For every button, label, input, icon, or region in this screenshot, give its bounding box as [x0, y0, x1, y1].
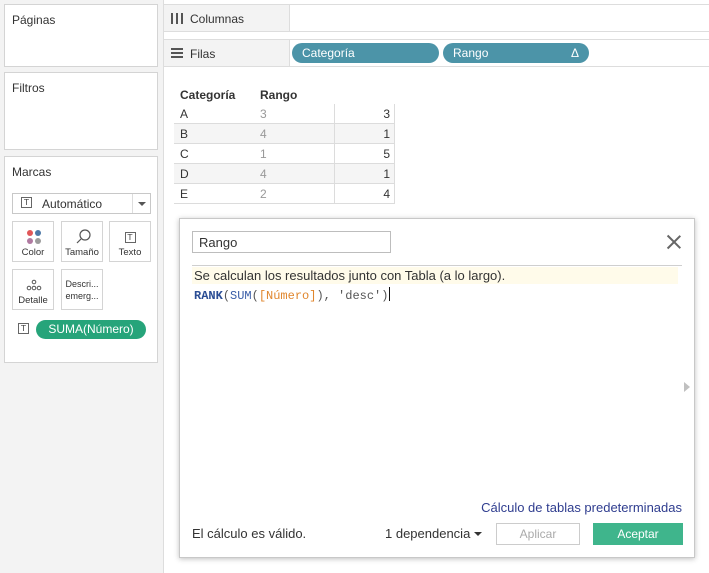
- text-mark-icon: T: [110, 229, 150, 245]
- cell-value: 3: [383, 107, 390, 121]
- size-label: Tamaño: [65, 247, 99, 258]
- color-button[interactable]: Color: [12, 221, 54, 262]
- default-table-calculation-link[interactable]: Cálculo de tablas predeterminadas: [481, 500, 682, 515]
- color-palette-icon: [27, 230, 41, 244]
- columns-shelf: Columnas: [164, 4, 709, 32]
- table-row[interactable]: B 4 1: [174, 124, 395, 144]
- size-button[interactable]: Tamaño: [61, 221, 103, 262]
- table-row[interactable]: E 2 4: [174, 184, 395, 204]
- caret-down-icon: [474, 532, 483, 536]
- detail-button[interactable]: Detalle: [12, 269, 54, 310]
- text-icon: T: [124, 232, 136, 243]
- header-categoria: Categoría: [180, 88, 236, 102]
- detail-dots-icon: [26, 279, 42, 291]
- table-row[interactable]: A 3 3: [174, 104, 395, 124]
- pages-title: Páginas: [12, 13, 56, 27]
- formula-function-rank: RANK: [194, 289, 223, 303]
- formula-field-numero: [Número]: [258, 289, 317, 303]
- text-icon: T: [18, 323, 29, 334]
- text-cursor: [389, 287, 391, 301]
- table-row[interactable]: D 4 1: [174, 164, 395, 184]
- rango-pill[interactable]: Rango Δ: [443, 43, 589, 63]
- cell-value: 1: [383, 167, 390, 181]
- formula-editor[interactable]: RANK(SUM([Número]), 'desc'): [194, 287, 391, 303]
- pages-card[interactable]: Páginas: [4, 4, 158, 67]
- text-button[interactable]: T Texto: [109, 221, 151, 262]
- rows-shelf: Filas Categoría Rango Δ: [164, 39, 709, 67]
- sum-numero-pill[interactable]: SUMA(Número): [36, 320, 146, 339]
- mark-type-dropdown[interactable]: T Automático: [12, 193, 151, 214]
- formula-separator: ),: [316, 289, 339, 303]
- dependencies-label: 1 dependencia: [385, 526, 471, 541]
- formula-paren: (: [222, 289, 231, 303]
- formula-paren: ): [381, 289, 389, 303]
- text-label: Texto: [118, 247, 142, 258]
- cell-rank: 3: [260, 107, 267, 121]
- columns-drop-area[interactable]: [290, 4, 709, 32]
- text-field-marker: T: [18, 320, 29, 334]
- text-icon: T: [21, 197, 32, 208]
- cell-rank: 4: [260, 167, 267, 181]
- detail-label: Detalle: [18, 295, 48, 306]
- columns-label: Columnas: [190, 12, 245, 26]
- cell-category: C: [180, 147, 189, 161]
- ok-button[interactable]: Aceptar: [593, 523, 683, 545]
- cell-value: 1: [383, 127, 390, 141]
- rango-pill-label: Rango: [453, 46, 489, 60]
- rows-shelf-header: Filas: [164, 39, 290, 67]
- rows-label: Filas: [190, 47, 216, 61]
- formula-function-sum: SUM: [230, 289, 252, 303]
- table-calc-delta-icon: Δ: [570, 46, 579, 60]
- cell-value: 5: [383, 147, 390, 161]
- color-label: Color: [21, 247, 45, 258]
- cell-rank: 2: [260, 187, 267, 201]
- chevron-down-icon[interactable]: [132, 194, 150, 213]
- columns-icon: [171, 13, 183, 24]
- categoria-pill[interactable]: Categoría: [292, 43, 439, 63]
- formula-string-desc: 'desc': [338, 289, 382, 303]
- apply-button[interactable]: Aplicar: [496, 523, 580, 545]
- header-rango: Rango: [260, 88, 298, 102]
- tooltip-label-line1: Descri...: [65, 279, 99, 289]
- info-banner: Se calculan los resultados junto con Tab…: [192, 267, 678, 284]
- cell-category: A: [180, 107, 189, 121]
- tooltip-button[interactable]: Descri... emerg...: [61, 269, 103, 310]
- expand-right-icon[interactable]: [684, 382, 690, 392]
- size-icon: [76, 229, 91, 244]
- cell-rank: 4: [260, 127, 267, 141]
- filters-card[interactable]: Filtros: [4, 72, 158, 150]
- left-panel: Páginas Filtros Marcas T Automático Colo…: [0, 0, 164, 573]
- compute-using-info: Se calculan los resultados junto con Tab…: [194, 268, 506, 283]
- cell-category: B: [180, 127, 189, 141]
- dialog-divider: [192, 265, 682, 266]
- cell-category: E: [180, 187, 189, 201]
- filters-title: Filtros: [12, 81, 45, 95]
- tooltip-label: Descri... emerg...: [62, 278, 102, 302]
- marks-title: Marcas: [12, 165, 52, 179]
- cell-value: 4: [383, 187, 390, 201]
- calculation-name-input[interactable]: [192, 231, 391, 253]
- table-right-border: [394, 104, 395, 204]
- close-icon[interactable]: [666, 234, 682, 250]
- mark-type-label: Automático: [42, 197, 103, 211]
- calculation-editor-dialog: Se calculan los resultados junto con Tab…: [179, 218, 695, 558]
- dependencies-dropdown[interactable]: 1 dependencia: [385, 526, 483, 541]
- table-row[interactable]: C 1 5: [174, 144, 395, 164]
- table-column-divider: [334, 104, 335, 204]
- cell-category: D: [180, 167, 189, 181]
- columns-shelf-header: Columnas: [164, 4, 290, 32]
- formula-paren: (: [251, 289, 259, 303]
- calculation-status: El cálculo es válido.: [192, 526, 307, 541]
- rows-icon: [171, 48, 183, 58]
- tooltip-label-line2: emerg...: [65, 291, 99, 301]
- cell-rank: 1: [260, 147, 267, 161]
